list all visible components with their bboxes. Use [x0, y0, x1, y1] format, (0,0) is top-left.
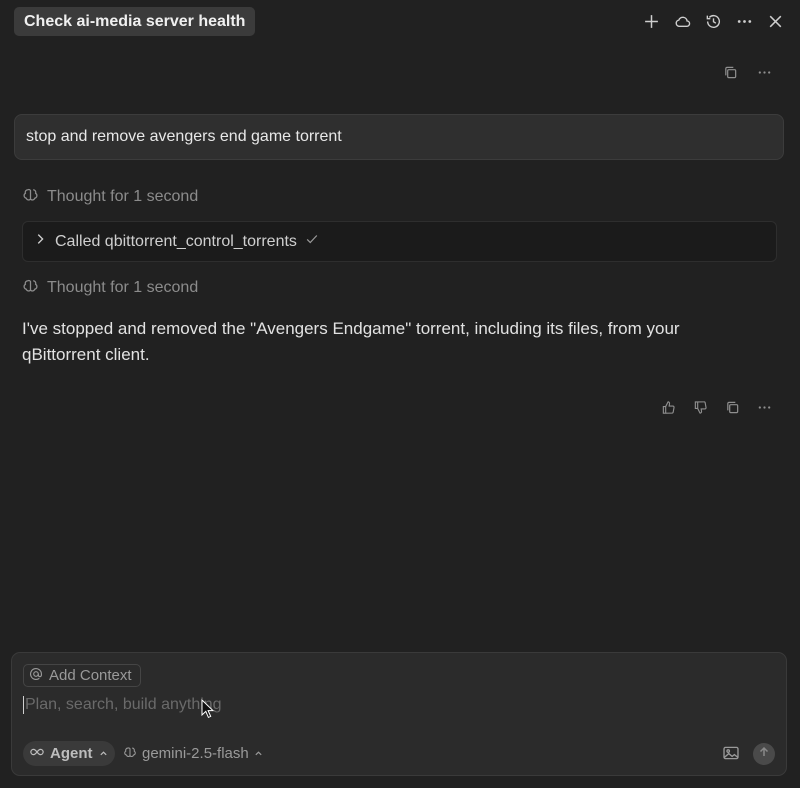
cloud-icon[interactable] [670, 9, 695, 34]
at-sign-icon [29, 667, 43, 685]
mode-selector[interactable]: Agent [23, 741, 115, 766]
model-label: gemini-2.5-flash [142, 745, 249, 762]
user-message[interactable]: stop and remove avengers end game torren… [14, 114, 784, 160]
composer: Add Context Agent gemini-2.5-flash [11, 652, 787, 776]
user-message-actions [718, 60, 776, 84]
mode-label: Agent [50, 745, 93, 762]
chevron-right-icon [33, 232, 47, 251]
model-selector[interactable]: gemini-2.5-flash [123, 741, 263, 766]
mouse-cursor-icon [201, 699, 215, 719]
brain-icon [123, 745, 137, 763]
chat-input[interactable] [23, 696, 765, 714]
copy-icon[interactable] [718, 60, 742, 84]
more-icon[interactable] [752, 60, 776, 84]
send-button[interactable] [753, 743, 775, 765]
assistant-message-line: I've stopped and removed the "Avengers E… [22, 319, 680, 338]
chat-panel: Check ai-media server health stop and re… [0, 0, 800, 788]
header-actions [639, 9, 788, 34]
infinity-icon [30, 745, 44, 763]
history-icon[interactable] [701, 9, 726, 34]
assistant-message-line: qBittorrent client. [22, 345, 150, 364]
assistant-message-actions [656, 395, 776, 419]
tool-call-label: Called qbittorrent_control_torrents [55, 232, 297, 250]
add-context-label: Add Context [49, 667, 132, 684]
chevron-up-icon [99, 745, 108, 762]
chat-title[interactable]: Check ai-media server health [14, 7, 256, 36]
add-context-button[interactable]: Add Context [23, 664, 141, 687]
more-icon[interactable] [732, 9, 757, 34]
thought-indicator[interactable]: Thought for 1 second [22, 277, 198, 299]
close-icon[interactable] [763, 9, 788, 34]
assistant-message: I've stopped and removed the "Avengers E… [22, 316, 752, 368]
copy-icon[interactable] [720, 395, 744, 419]
more-icon[interactable] [752, 395, 776, 419]
thought-label: Thought for 1 second [47, 279, 199, 296]
chevron-up-icon [254, 745, 263, 762]
brain-icon [22, 277, 39, 299]
brain-icon [22, 186, 39, 208]
user-message-text: stop and remove avengers end game torren… [26, 128, 342, 145]
arrow-up-icon [758, 745, 770, 763]
image-icon[interactable] [722, 744, 742, 764]
tool-call-row[interactable]: Called qbittorrent_control_torrents [22, 221, 777, 262]
plus-icon[interactable] [639, 9, 664, 34]
thought-label: Thought for 1 second [47, 188, 199, 205]
checkmark-icon [305, 232, 319, 251]
thumbs-up-icon[interactable] [656, 395, 680, 419]
thought-indicator[interactable]: Thought for 1 second [22, 186, 198, 208]
thumbs-down-icon[interactable] [688, 395, 712, 419]
